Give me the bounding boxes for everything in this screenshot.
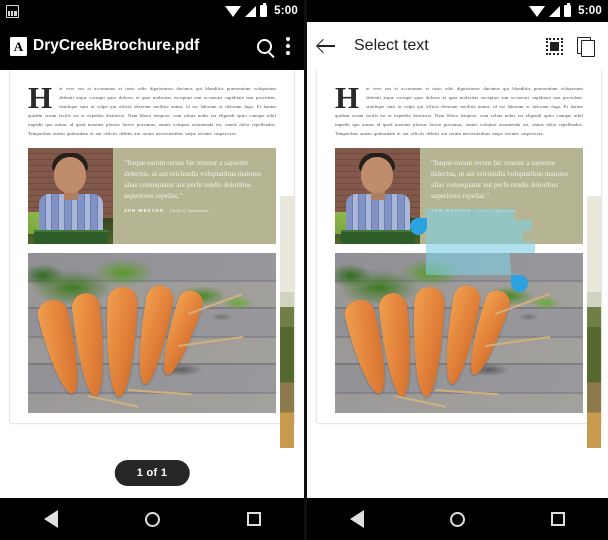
wifi-icon	[529, 5, 546, 17]
paragraph-text: at vero eos et accusamus et iusto odio d…	[335, 86, 583, 137]
status-time: 5:00	[274, 5, 298, 17]
navigation-bar	[0, 498, 304, 540]
signal-icon	[549, 5, 561, 17]
quote-attribution: JON WESTON Chief of Operations	[124, 208, 266, 213]
phone-screen-select-text: 5:00 Select text H at vero eos et accusa…	[304, 0, 608, 540]
status-time: 5:00	[578, 5, 602, 17]
back-arrow-icon[interactable]	[317, 37, 336, 56]
portrait-photo	[335, 147, 420, 244]
page-indicator: 1 of 1	[114, 460, 190, 486]
drop-cap: H	[28, 80, 53, 115]
carrots-photo	[335, 252, 583, 413]
document-title: DryCreekBrochure.pdf	[33, 37, 200, 54]
quote-author: JON WESTON	[124, 207, 164, 213]
app-bar: Select text	[307, 22, 608, 70]
drop-cap: H	[335, 80, 360, 115]
nav-back-icon[interactable]	[350, 510, 364, 528]
selection-handle-start[interactable]	[410, 218, 427, 235]
screenshot-icon	[6, 4, 19, 18]
battery-icon	[564, 3, 572, 17]
search-icon[interactable]	[257, 38, 272, 54]
select-all-icon[interactable]	[546, 37, 563, 55]
quote-role: Chief of Operations	[169, 207, 209, 213]
nav-back-icon[interactable]	[43, 510, 58, 528]
pdf-viewer[interactable]: H at vero eos et accusamus et iusto odio…	[307, 70, 608, 498]
nav-recents-icon[interactable]	[246, 512, 261, 526]
screenshot-pair: 5:00 DryCreekBrochure.pdf H at vero eos …	[0, 0, 608, 540]
more-vert-icon[interactable]	[286, 37, 290, 55]
page-title: Select text	[354, 37, 429, 54]
portrait-photo	[28, 147, 113, 244]
quote-box: "Itaque earum rerum hic tenetur a sapien…	[113, 147, 276, 244]
paragraph-text: at vero eos et accusamus et iusto odio d…	[28, 86, 276, 137]
nav-home-icon[interactable]	[450, 511, 465, 527]
copy-icon[interactable]	[577, 36, 595, 57]
app-bar: DryCreekBrochure.pdf	[0, 22, 304, 70]
pdf-page[interactable]: H at vero eos et accusamus et iusto odio…	[10, 70, 294, 448]
carrots-photo	[28, 252, 276, 413]
pdf-viewer[interactable]: H at vero eos et accusamus et iusto odio…	[0, 70, 304, 498]
pdf-file-icon	[10, 36, 27, 56]
nav-home-icon[interactable]	[144, 511, 160, 527]
document-paragraph: H at vero eos et accusamus et iusto odio…	[28, 80, 276, 139]
phone-screen-viewer: 5:00 DryCreekBrochure.pdf H at vero eos …	[0, 0, 304, 540]
quote-text: "Itaque earum rerum hic tenetur a sapien…	[124, 157, 261, 200]
document-paragraph: H at vero eos et accusamus et iusto odio…	[335, 80, 583, 139]
quote-section: "Itaque earum rerum hic tenetur a sapien…	[28, 147, 276, 244]
signal-icon	[245, 5, 257, 17]
quote-text: "Itaque earum rerum hic tenetur a sapien…	[431, 157, 568, 200]
battery-icon	[260, 3, 268, 17]
navigation-bar	[307, 498, 608, 540]
selection-handle-end[interactable]	[511, 275, 528, 292]
wifi-icon	[225, 5, 242, 17]
status-bar: 5:00	[0, 0, 304, 22]
nav-recents-icon[interactable]	[551, 512, 565, 526]
status-bar: 5:00	[307, 0, 608, 22]
